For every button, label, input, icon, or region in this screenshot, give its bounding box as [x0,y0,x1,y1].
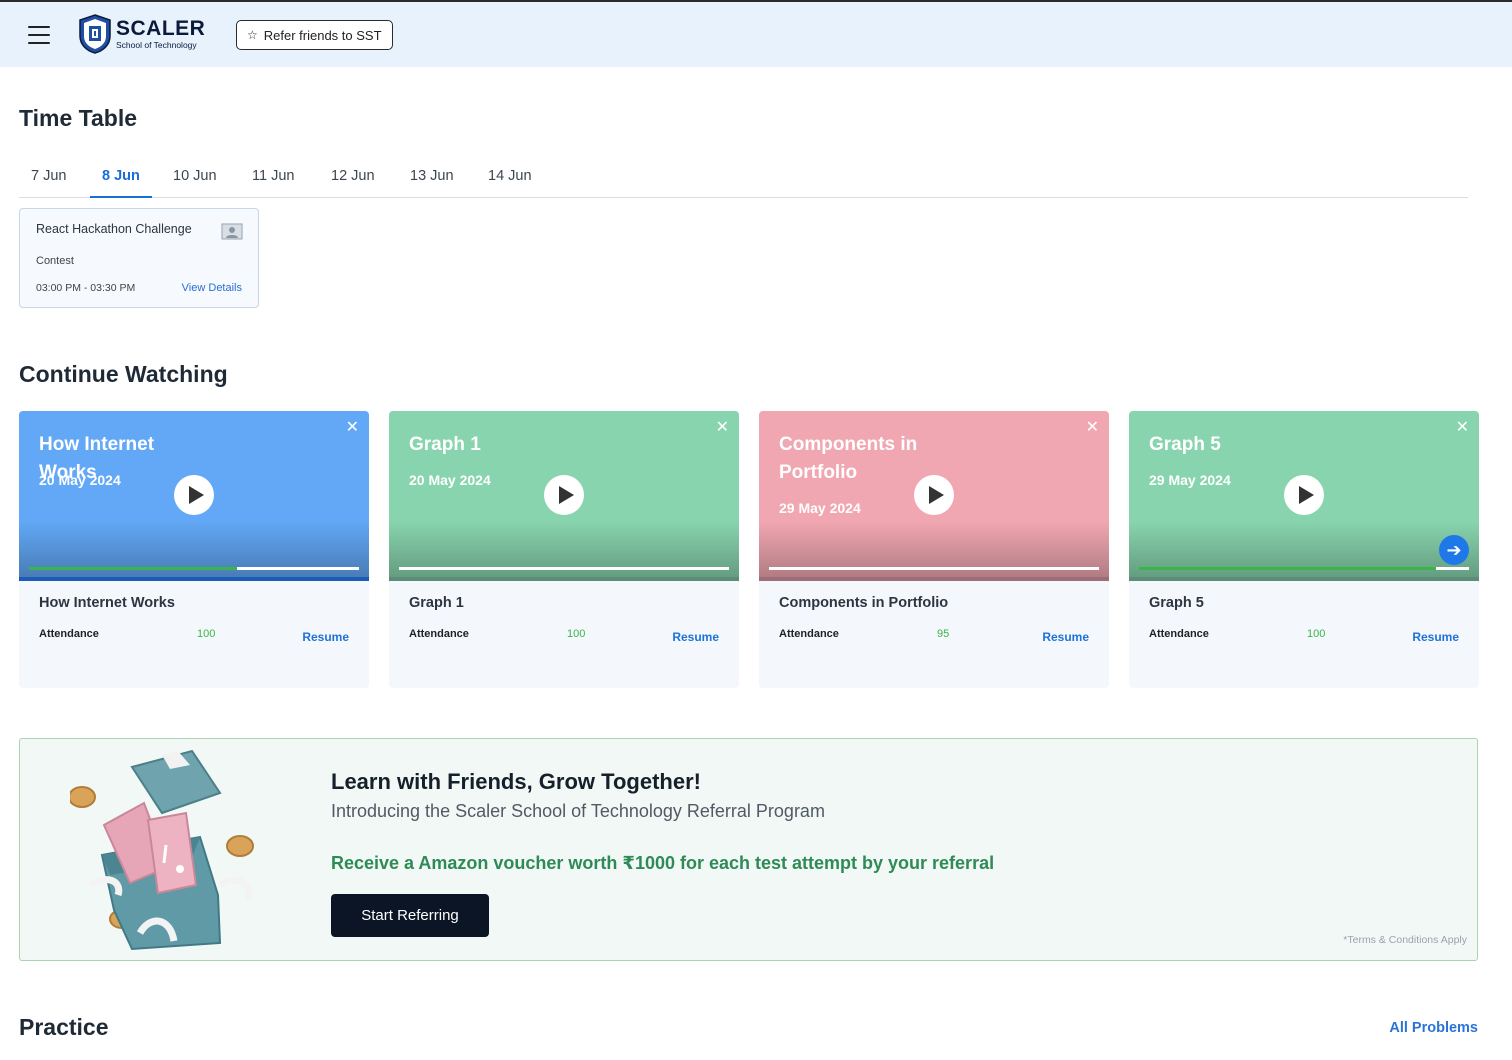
attendance-label: Attendance [779,628,839,640]
thumbnail-shade [389,521,739,581]
thumbnail-shade [1129,521,1479,581]
resume-button[interactable]: Resume [1042,630,1089,644]
play-icon[interactable] [174,475,214,515]
progress-bar [399,567,729,570]
all-problems-link[interactable]: All Problems [1389,1020,1478,1036]
thumbnail-bottom-band [759,577,1109,581]
resume-button[interactable]: Resume [1412,630,1459,644]
resume-button[interactable]: Resume [672,630,719,644]
tab-12-jun[interactable]: 12 Jun [331,168,375,198]
thumbnail-date: 20 May 2024 [39,472,121,488]
refer-friends-label: Refer friends to SST [263,27,382,43]
presentation-icon [221,223,243,240]
attendance-value: 100 [567,628,586,640]
video-thumbnail[interactable]: How Internet Works 20 May 2024 ✕ [19,411,369,581]
start-referring-button[interactable]: Start Referring [331,894,489,937]
referral-subtitle: Introducing the Scaler School of Technol… [331,801,825,821]
thumbnail-bottom-band [19,577,369,581]
thumbnail-shade [19,521,369,581]
refer-friends-button[interactable]: ☆ Refer friends to SST [236,20,393,50]
tab-11-jun[interactable]: 11 Jun [252,168,294,198]
arrow-right-icon[interactable]: ➔ [1439,535,1469,565]
video-card[interactable]: Graph 1 20 May 2024 ✕ Graph 1 Attendance… [389,411,739,688]
video-thumbnail[interactable]: Graph 5 29 May 2024 ✕ ➔ [1129,411,1479,581]
tab-14-jun[interactable]: 14 Jun [488,168,532,198]
thumbnail-title: Graph 5 [1149,434,1221,455]
event-title: React Hackathon Challenge [36,222,192,236]
practice-title: Practice [19,1014,109,1040]
attendance-label: Attendance [39,628,99,640]
video-thumbnail[interactable]: Graph 1 20 May 2024 ✕ [389,411,739,581]
scaler-logo[interactable]: SCALER School of Technology [78,12,205,56]
close-icon[interactable]: ✕ [1456,417,1469,437]
video-card[interactable]: How Internet Works 20 May 2024 ✕ How Int… [19,411,369,688]
referral-headline: Learn with Friends, Grow Together! [331,769,701,794]
thumbnail-title: Graph 1 [409,434,481,455]
video-title: How Internet Works [39,595,175,611]
close-icon[interactable]: ✕ [346,417,359,437]
thumbnail-bottom-band [389,577,739,581]
attendance-label: Attendance [1149,628,1209,640]
tab-7-jun[interactable]: 7 Jun [31,168,66,198]
timetable-title: Time Table [19,105,138,131]
event-type: Contest [36,255,74,267]
tab-10-jun[interactable]: 10 Jun [173,168,217,198]
progress-bar [29,567,359,570]
video-card[interactable]: Components in Portfolio 29 May 2024 ✕ Co… [759,411,1109,688]
progress-bar [1139,567,1469,570]
event-card[interactable]: React Hackathon Challenge Contest 03:00 … [19,208,259,308]
gift-box-illustration [70,749,254,951]
thumbnail-date: 29 May 2024 [779,500,861,516]
close-icon[interactable]: ✕ [1086,417,1099,437]
progress-bar [769,567,1099,570]
star-icon: ☆ [247,28,258,42]
video-title: Graph 1 [409,595,464,611]
terms-note: *Terms & Conditions Apply [1343,934,1467,946]
progress-fill [1139,567,1436,570]
shield-logo-icon [79,14,111,54]
progress-fill [29,567,237,570]
attendance-label: Attendance [409,628,469,640]
video-thumbnail[interactable]: Components in Portfolio 29 May 2024 ✕ [759,411,1109,581]
attendance-value: 100 [1307,628,1326,640]
video-card[interactable]: Graph 5 29 May 2024 ✕ ➔ Graph 5 Attendan… [1129,411,1479,688]
logo-subtitle: School of Technology [116,40,197,50]
referral-banner: Learn with Friends, Grow Together! Intro… [19,738,1478,961]
date-tabs: 7 Jun 8 Jun 10 Jun 11 Jun 12 Jun 13 Jun … [19,160,1468,198]
play-icon[interactable] [544,475,584,515]
referral-offer: Receive a Amazon voucher worth ₹1000 for… [331,853,995,873]
video-title: Graph 5 [1149,595,1204,611]
close-icon[interactable]: ✕ [716,417,729,437]
event-time: 03:00 PM - 03:30 PM [36,282,136,294]
thumbnail-date: 20 May 2024 [409,472,491,488]
continue-watching-title: Continue Watching [19,361,228,387]
attendance-value: 100 [197,628,216,640]
resume-button[interactable]: Resume [302,630,349,644]
top-bar: SCALER School of Technology ☆ Refer frie… [0,0,1512,67]
video-title: Components in Portfolio [779,595,949,611]
play-icon[interactable] [1284,475,1324,515]
play-icon[interactable] [914,475,954,515]
tab-8-jun[interactable]: 8 Jun [90,168,152,198]
logo-title: SCALER [116,17,206,40]
hamburger-menu-icon[interactable] [28,26,50,44]
thumbnail-bottom-band [1129,577,1479,581]
attendance-value: 95 [937,628,950,640]
view-details-link[interactable]: View Details [182,282,242,294]
thumbnail-date: 29 May 2024 [1149,472,1231,488]
thumbnail-shade [759,521,1109,581]
tab-13-jun[interactable]: 13 Jun [410,168,454,198]
